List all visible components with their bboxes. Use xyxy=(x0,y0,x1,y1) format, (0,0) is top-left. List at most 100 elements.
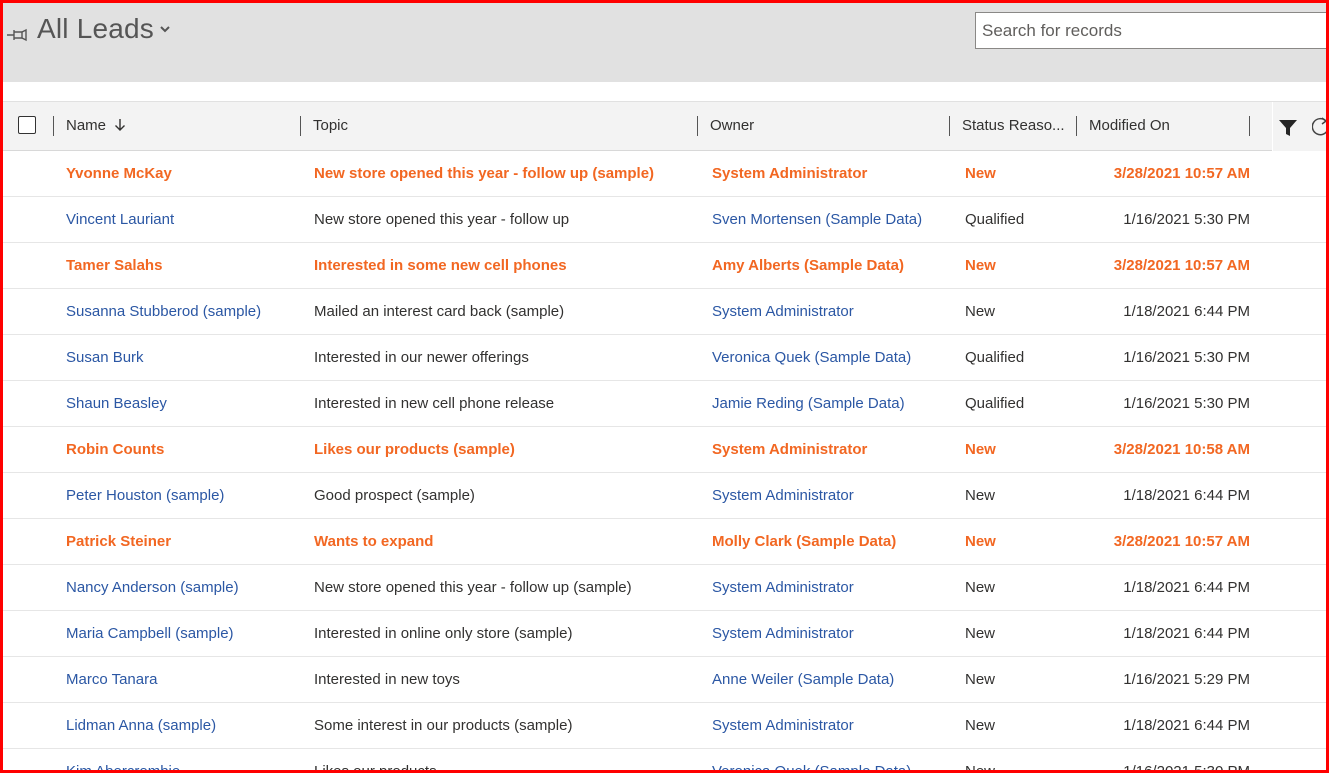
modified-on: 3/28/2021 10:57 AM xyxy=(1113,165,1250,182)
owner-link[interactable]: System Administrator xyxy=(712,303,854,320)
modified-on: 3/28/2021 10:58 AM xyxy=(1113,441,1250,458)
table-row[interactable]: Tamer Salahs Interested in some new cell … xyxy=(3,243,1326,289)
modified-on: 1/18/2021 6:44 PM xyxy=(1123,303,1250,320)
table-row[interactable]: Lidman Anna (sample) Some interest in our… xyxy=(3,703,1326,749)
arrow-down-icon xyxy=(115,119,126,131)
modified-on: 1/16/2021 5:29 PM xyxy=(1123,671,1250,688)
grid-header: Name Topic Owner Status Reaso... Modifie… xyxy=(3,101,1326,151)
table-row[interactable]: Shaun Beasley Interested in new cell phon… xyxy=(3,381,1326,427)
owner-link[interactable]: System Administrator xyxy=(712,579,854,596)
pin-icon[interactable] xyxy=(6,26,28,44)
lead-name-link[interactable]: Nancy Anderson (sample) xyxy=(66,579,239,596)
owner-link[interactable]: Jamie Reding (Sample Data) xyxy=(712,395,905,412)
status-reason: New xyxy=(965,303,996,320)
table-row[interactable]: Vincent Lauriant New store opened this ye… xyxy=(3,197,1326,243)
lead-topic: New store opened this year - follow up xyxy=(314,211,570,228)
lead-name-link[interactable]: Shaun Beasley xyxy=(66,395,167,412)
status-reason: Qualified xyxy=(965,211,1025,228)
lead-topic: New store opened this year - follow up (… xyxy=(314,579,632,596)
column-header-owner[interactable]: Owner xyxy=(710,117,754,134)
status-reason: Qualified xyxy=(965,395,1025,412)
owner-link[interactable]: System Administrator xyxy=(712,487,854,504)
table-row[interactable]: Robin Counts Likes our products (sample) S… xyxy=(3,427,1326,473)
lead-topic: Interested in our newer offerings xyxy=(314,349,529,366)
search-input[interactable] xyxy=(975,12,1329,49)
owner-link[interactable]: System Administrator xyxy=(712,165,867,182)
column-header-name-label: Name xyxy=(66,117,107,134)
status-reason: New xyxy=(965,441,996,458)
owner-link[interactable]: Veronica Quek (Sample Data) xyxy=(712,349,911,366)
owner-link[interactable]: Veronica Quek (Sample Data) xyxy=(712,763,911,770)
lead-name-link[interactable]: Maria Campbell (sample) xyxy=(66,625,234,642)
grid-rows: Yvonne McKay New store opened this year -… xyxy=(3,151,1326,770)
table-row[interactable]: Susanna Stubberod (sample) Mailed an inte… xyxy=(3,289,1326,335)
table-row[interactable]: Yvonne McKay New store opened this year -… xyxy=(3,151,1326,197)
owner-link[interactable]: System Administrator xyxy=(712,441,867,458)
modified-on: 1/18/2021 6:44 PM xyxy=(1123,625,1250,642)
column-divider[interactable] xyxy=(697,116,698,136)
lead-topic: Interested in online only store (sample) xyxy=(314,625,573,642)
modified-on: 1/18/2021 6:44 PM xyxy=(1123,487,1250,504)
column-divider[interactable] xyxy=(1249,116,1250,136)
chevron-down-icon[interactable] xyxy=(158,24,172,36)
table-row[interactable]: Nancy Anderson (sample) New store opened … xyxy=(3,565,1326,611)
owner-link[interactable]: Amy Alberts (Sample Data) xyxy=(712,257,904,274)
owner-link[interactable]: Molly Clark (Sample Data) xyxy=(712,533,896,550)
modified-on: 3/28/2021 10:57 AM xyxy=(1113,533,1250,550)
owner-link[interactable]: System Administrator xyxy=(712,717,854,734)
filter-icon[interactable] xyxy=(1278,119,1298,137)
column-divider[interactable] xyxy=(300,116,301,136)
lead-topic: New store opened this year - follow up (… xyxy=(314,165,655,182)
lead-topic: Likes our products xyxy=(314,763,437,770)
table-row[interactable]: Maria Campbell (sample) Interested in onl… xyxy=(3,611,1326,657)
column-header-topic[interactable]: Topic xyxy=(313,117,348,134)
lead-topic: Interested in new cell phone release xyxy=(314,395,555,412)
lead-topic: Likes our products (sample) xyxy=(314,441,515,458)
view-title[interactable]: All Leads xyxy=(37,13,154,45)
lead-topic: Good prospect (sample) xyxy=(314,487,475,504)
status-reason: New xyxy=(965,763,995,770)
owner-link[interactable]: Sven Mortensen (Sample Data) xyxy=(712,211,922,228)
modified-on: 1/18/2021 6:44 PM xyxy=(1123,579,1250,596)
column-divider[interactable] xyxy=(1076,116,1077,136)
refresh-icon[interactable] xyxy=(1312,116,1326,138)
lead-name-link[interactable]: Susan Burk xyxy=(66,349,144,366)
table-row[interactable]: Susan Burk Interested in our newer offeri… xyxy=(3,335,1326,381)
table-row[interactable]: Patrick Steiner Wants to expand Molly Clar… xyxy=(3,519,1326,565)
lead-topic: Mailed an interest card back (sample) xyxy=(314,303,565,320)
lead-name-link[interactable]: Marco Tanara xyxy=(66,671,157,688)
lead-name-link[interactable]: Lidman Anna (sample) xyxy=(66,717,216,734)
column-divider[interactable] xyxy=(53,116,54,136)
lead-topic: Wants to expand xyxy=(314,533,434,550)
owner-link[interactable]: Anne Weiler (Sample Data) xyxy=(712,671,894,688)
select-all-checkbox[interactable] xyxy=(18,116,36,134)
lead-name-link[interactable]: Patrick Steiner xyxy=(66,533,171,550)
modified-on: 1/16/2021 5:30 PM xyxy=(1123,211,1250,228)
modified-on: 1/16/2021 5:30 PM xyxy=(1123,395,1250,412)
lead-name-link[interactable]: Vincent Lauriant xyxy=(66,211,174,228)
table-row[interactable]: Marco Tanara Interested in new toys Anne W… xyxy=(3,657,1326,703)
modified-on: 1/16/2021 5:30 PM xyxy=(1123,763,1250,770)
view-header: All Leads xyxy=(3,3,1329,82)
column-header-status-reason[interactable]: Status Reaso... xyxy=(962,117,1065,134)
column-header-name[interactable]: Name xyxy=(66,117,126,134)
status-reason: New xyxy=(965,533,996,550)
lead-name-link[interactable]: Kim Abercrombie xyxy=(66,763,180,770)
lead-name-link[interactable]: Tamer Salahs xyxy=(66,257,162,274)
owner-link[interactable]: System Administrator xyxy=(712,625,854,642)
status-reason: New xyxy=(965,671,996,688)
lead-name-link[interactable]: Robin Counts xyxy=(66,441,164,458)
status-reason: New xyxy=(965,717,996,734)
modified-on: 1/16/2021 5:30 PM xyxy=(1123,349,1250,366)
table-row[interactable]: Peter Houston (sample) Good prospect (sam… xyxy=(3,473,1326,519)
status-reason: New xyxy=(965,257,996,274)
lead-name-link[interactable]: Yvonne McKay xyxy=(66,165,172,182)
status-reason: New xyxy=(965,165,996,182)
status-reason: Qualified xyxy=(965,349,1025,366)
lead-name-link[interactable]: Susanna Stubberod (sample) xyxy=(66,303,261,320)
column-divider[interactable] xyxy=(949,116,950,136)
column-header-modified-on[interactable]: Modified On xyxy=(1089,117,1170,134)
lead-name-link[interactable]: Peter Houston (sample) xyxy=(66,487,224,504)
table-row[interactable]: Kim Abercrombie Likes our products Veronic… xyxy=(3,749,1326,770)
lead-topic: Interested in new toys xyxy=(314,671,460,688)
